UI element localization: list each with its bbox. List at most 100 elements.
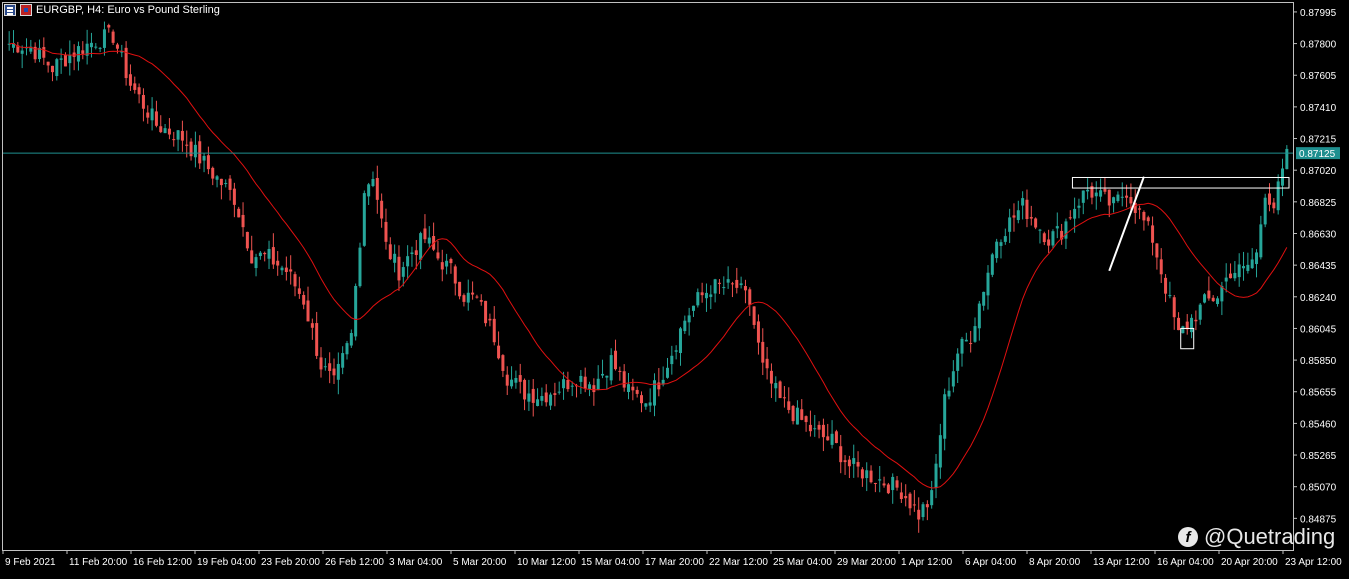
candle-body [856,462,860,467]
candle-body [627,384,631,393]
candle-body [501,355,505,371]
candle-body [176,130,180,140]
time-tick-label: 11 Feb 20:00 [69,557,128,568]
price-tick-label: 0.86630 [1300,229,1337,240]
candle-body [605,375,609,378]
candle-body [713,279,717,294]
time-tick-label: 6 Apr 04:00 [965,557,1017,568]
candle-body [912,504,916,506]
candle-body [943,394,947,439]
chart-area[interactable]: 0.87995 0.87800 0.87605 0.87410 0.87215 0.870… [0,0,1349,574]
quetrading-logo-icon: f [1178,527,1198,547]
time-axis: 9 Feb 2021 11 Feb 20:00 16 Feb 12:00 19 Feb… [2,550,1342,568]
candle-body [150,108,154,121]
candle-body [891,476,895,491]
candle-body [254,257,258,269]
candles-layer [7,21,1289,533]
candle-body [674,350,678,352]
candle-body [345,343,349,355]
candle-body [566,379,570,390]
candle-body [1029,217,1033,219]
price-tick-label: 0.85070 [1300,483,1337,494]
time-tick-label: 23 Apr 12:00 [1285,557,1342,568]
candlestick-chart[interactable]: 0.87995 0.87800 0.87605 0.87410 0.87215 0.870… [0,0,1349,574]
candle-body [371,178,375,186]
candle-body [488,318,492,321]
candle-body [1229,273,1233,279]
candle-body [310,323,314,328]
time-tick-label: 20 Apr 20:00 [1221,557,1278,568]
price-tick-label: 0.87410 [1300,103,1337,114]
time-tick-label: 16 Feb 12:00 [133,557,192,568]
candle-body [739,283,743,286]
candle-body [691,305,695,311]
price-tick-label: 0.86825 [1300,198,1337,209]
price-tick-label: 0.86045 [1300,324,1337,335]
candle-body [921,504,925,518]
candle-body [458,281,462,297]
candle-body [869,470,873,483]
candle-body [189,141,193,157]
candle-body [904,496,908,499]
candle-body [614,350,618,370]
candle-body [1177,317,1181,331]
candle-body [908,493,912,509]
price-tick-label: 0.85265 [1300,451,1337,462]
candle-body [1125,195,1129,198]
candle-body [427,237,431,244]
candle-body [1016,210,1020,221]
candle-body [514,377,518,383]
candle-body [206,155,210,170]
price-tick-label: 0.87215 [1300,135,1337,146]
candle-body [102,29,106,48]
candle-body [917,509,921,520]
chart-window-icon[interactable] [4,4,16,16]
candle-body [982,291,986,306]
candle-body [1064,221,1068,239]
candle-body [765,358,769,369]
candle-body [1038,229,1042,231]
candle-body [94,46,98,48]
candle-body [380,200,384,219]
time-tick-label: 26 Feb 12:00 [325,557,384,568]
price-tick-label: 0.85460 [1300,419,1337,430]
candle-body [1012,215,1016,218]
current-price-label: 0.87125 [1299,149,1336,160]
time-tick-label: 22 Mar 12:00 [709,557,768,568]
candle-body [354,285,358,337]
candle-body [1034,218,1038,228]
candle-body [873,482,877,484]
candle-body [704,292,708,299]
candle-body [553,393,557,395]
candle-body [341,353,345,368]
candle-body [570,385,574,387]
candle-body [128,74,132,86]
candle-body [973,326,977,342]
candle-body [1164,277,1168,294]
candle-body [1151,225,1155,243]
candle-body [813,428,817,430]
candle-body [1172,297,1176,318]
candle-body [332,368,336,376]
candle-body [1168,295,1172,297]
time-tick-label: 8 Apr 20:00 [1029,557,1081,568]
candle-body [406,256,410,267]
candle-body [1008,217,1012,232]
candle-body [349,333,353,346]
candle-body [557,391,561,393]
candle-body [1077,205,1081,208]
candle-body [579,375,583,382]
candle-body [990,254,994,275]
candle-body [956,353,960,371]
candle-body [133,83,137,90]
candle-body [107,25,111,28]
candle-body [1242,266,1246,269]
candle-body [453,266,457,284]
candle-body [830,433,834,445]
candle-body [232,188,236,205]
candle-body [50,65,54,73]
candle-body [752,306,756,325]
candle-body [1203,294,1207,303]
candle-body [1099,190,1103,197]
candle-body [977,303,981,329]
